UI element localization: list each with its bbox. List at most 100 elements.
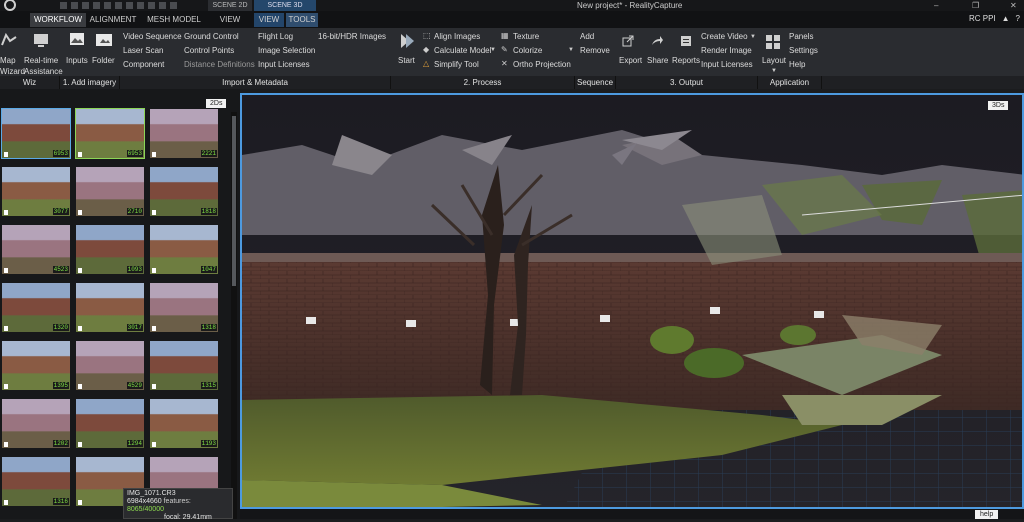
reports-button[interactable]: Reports	[672, 56, 700, 66]
texture-button[interactable]: Texture	[513, 32, 539, 42]
flight-log-button[interactable]: Flight Log	[258, 32, 293, 42]
tooltip-filename: IMG_1071.CR3	[127, 490, 176, 497]
layout-icon[interactable]	[765, 34, 781, 50]
quick-access-icon[interactable]	[115, 2, 122, 9]
image-thumbnail[interactable]: 1320	[2, 283, 70, 332]
image-thumbnail[interactable]: 6953	[1, 108, 71, 159]
realtime-assistance-icon[interactable]	[32, 31, 50, 49]
group-label-output: 3. Output	[616, 76, 758, 89]
colorize-button[interactable]: Colorize	[513, 46, 542, 56]
quick-access-icon[interactable]	[170, 2, 177, 9]
ground-control-button[interactable]: Ground Control	[184, 32, 239, 42]
image-thumbnail[interactable]: 1294	[76, 399, 144, 448]
quick-access-icon[interactable]	[93, 2, 100, 9]
laser-scan-button[interactable]: Laser Scan	[123, 46, 163, 56]
settings-button[interactable]: Settings	[789, 46, 818, 56]
inputs-button[interactable]: Inputs	[66, 56, 88, 66]
quick-access-icon[interactable]	[159, 2, 166, 9]
share-icon[interactable]	[650, 34, 664, 48]
tab-mesh-model[interactable]: MESH MODEL	[142, 13, 206, 27]
help-question-icon[interactable]: ?	[1016, 14, 1020, 23]
chevron-down-icon[interactable]: ▼	[771, 66, 777, 76]
quick-access-icon[interactable]	[82, 2, 89, 9]
sequence-remove-button[interactable]: Remove	[580, 46, 610, 56]
start-icon[interactable]	[398, 32, 416, 50]
image-thumbnail[interactable]: 4529	[76, 341, 144, 390]
image-thumbnail[interactable]: 1318	[150, 283, 218, 332]
tab-tools[interactable]: TOOLS	[286, 13, 318, 27]
image-thumbnail[interactable]: 2221	[150, 109, 218, 158]
simplify-tool-button[interactable]: Simplify Tool	[434, 60, 479, 70]
component-button[interactable]: Component	[123, 60, 164, 70]
distance-definitions-button[interactable]: Distance Definitions	[184, 60, 255, 70]
image-thumbnail[interactable]: 1315	[150, 341, 218, 390]
quick-access-icon[interactable]	[137, 2, 144, 9]
tab-workflow[interactable]: WORKFLOW	[30, 13, 86, 27]
share-button[interactable]: Share	[647, 56, 668, 66]
map-wizard-icon[interactable]	[0, 31, 18, 49]
tab-scene-2d[interactable]: SCENE 2D	[208, 0, 252, 11]
folder-button[interactable]: Folder	[92, 56, 115, 66]
panel-tag-3ds[interactable]: 3Ds	[988, 101, 1009, 110]
video-sequence-button[interactable]: Video Sequence	[123, 32, 182, 42]
quick-access-icon[interactable]	[60, 2, 67, 9]
image-thumbnail[interactable]: 1202	[2, 399, 70, 448]
panel-tag-2ds[interactable]: 2Ds	[206, 99, 227, 108]
export-icon[interactable]	[621, 34, 635, 48]
folder-icon[interactable]	[95, 31, 113, 49]
help-button[interactable]: Help	[789, 60, 805, 70]
tab-view[interactable]: VIEW	[214, 13, 246, 27]
start-button[interactable]: Start	[398, 56, 415, 66]
rc-ppi-label[interactable]: RC PPI	[969, 14, 996, 23]
image-thumbnail[interactable]: 1093	[76, 225, 144, 274]
reports-icon[interactable]	[679, 34, 693, 48]
export-button[interactable]: Export	[619, 56, 642, 66]
simplify-tool-icon: △	[423, 59, 430, 68]
image-thumbnail[interactable]: 4523	[2, 225, 70, 274]
sequence-add-button[interactable]: Add	[580, 32, 594, 42]
image-thumbnail[interactable]: 6953	[75, 108, 145, 159]
close-icon[interactable]: ✕	[1010, 0, 1020, 11]
scrollbar-thumb[interactable]	[232, 116, 236, 286]
quick-access-icon[interactable]	[104, 2, 111, 9]
image-thumbnail[interactable]: 1395	[2, 341, 70, 390]
tab-scene-3d[interactable]: SCENE 3D	[254, 0, 316, 11]
tab-scene-view[interactable]: VIEW	[254, 13, 284, 27]
quick-access-icon[interactable]	[126, 2, 133, 9]
control-points-button[interactable]: Control Points	[184, 46, 234, 56]
group-label-import-metadata: Import & Metadata	[120, 76, 391, 89]
create-video-button[interactable]: Create Video	[701, 32, 748, 42]
tab-alignment[interactable]: ALIGNMENT	[86, 13, 140, 27]
align-images-button[interactable]: Align Images	[434, 32, 480, 42]
chevron-down-icon[interactable]: ▼	[568, 45, 574, 55]
image-thumbnail[interactable]: 1047	[150, 225, 218, 274]
viewport-help-button[interactable]: help	[975, 510, 999, 519]
image-thumbnail[interactable]: 3077	[2, 167, 70, 216]
quick-access-icon[interactable]	[71, 2, 78, 9]
render-image-button[interactable]: Render Image	[701, 46, 752, 56]
warning-icon[interactable]: ▲	[1002, 14, 1010, 23]
inputs-icon[interactable]	[68, 31, 86, 49]
chevron-down-icon[interactable]: ▼	[490, 45, 496, 55]
hdr-images-button[interactable]: 16-bit/HDR Images	[318, 32, 386, 42]
scene-3d-viewport[interactable]: 3Ds	[240, 93, 1024, 509]
input-licenses-button[interactable]: Input Licenses	[258, 60, 310, 70]
chevron-down-icon[interactable]: ▼	[750, 32, 756, 42]
image-thumbnail[interactable]: 2710	[76, 167, 144, 216]
calculate-model-button[interactable]: Calculate Model	[434, 46, 491, 56]
quick-access-icon[interactable]	[148, 2, 155, 9]
map-wizard-label[interactable]: Map	[0, 56, 16, 66]
panels-button[interactable]: Panels	[789, 32, 813, 42]
image-selection-button[interactable]: Image Selection	[258, 46, 315, 56]
realtime-label[interactable]: Real-time	[24, 56, 58, 66]
image-thumbnail[interactable]: 1193	[150, 399, 218, 448]
thumbnail-scrollbar[interactable]	[231, 112, 237, 519]
ortho-projection-button[interactable]: Ortho Projection	[513, 60, 571, 70]
image-thumbnail[interactable]: 1818	[150, 167, 218, 216]
minimize-icon[interactable]: –	[934, 0, 944, 11]
output-input-licenses-button[interactable]: Input Licenses	[701, 60, 753, 70]
image-thumbnail[interactable]: 3017	[76, 283, 144, 332]
layout-button[interactable]: Layout	[762, 56, 786, 66]
restore-icon[interactable]: ❐	[972, 0, 982, 11]
image-thumbnail[interactable]: 1316	[2, 457, 70, 506]
